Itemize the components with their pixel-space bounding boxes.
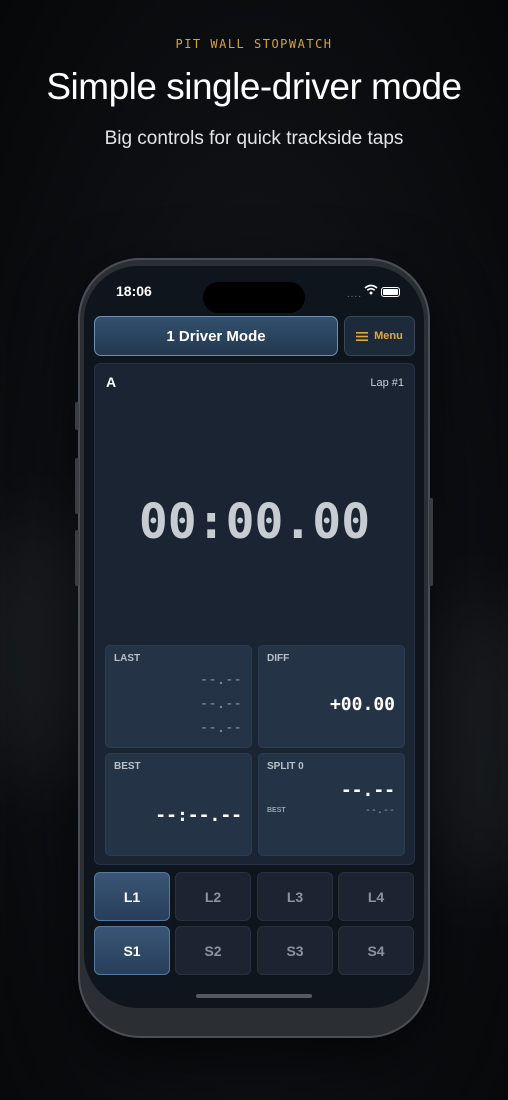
last-lap-value: --.--: [199, 720, 242, 736]
driver-mode-button[interactable]: 1 Driver Mode: [94, 316, 338, 356]
lap-button-l1[interactable]: L1: [94, 872, 170, 921]
split-best-value: --.--: [364, 805, 395, 816]
status-bar: 18:06 ....: [84, 266, 424, 316]
split-best-label: BEST: [267, 807, 286, 814]
lap-button-l4[interactable]: L4: [338, 872, 414, 921]
diff-label: DIFF: [267, 653, 290, 664]
timer-panel[interactable]: A Lap #1 00:00.00 LAST --.-- --.-- --.--…: [94, 363, 415, 865]
phone-power-button: [429, 498, 433, 586]
diff-card: DIFF +00.00: [258, 645, 405, 748]
signal-icon: ....: [346, 289, 362, 300]
menu-button-label: Menu: [374, 330, 403, 342]
best-lap-value: --:--.--: [155, 805, 242, 826]
phone-action-button: [75, 402, 79, 430]
main-timer: 00:00.00: [138, 494, 371, 550]
driver-label: A: [106, 374, 117, 390]
split-button-s2[interactable]: S2: [175, 926, 251, 975]
split-value: --.--: [340, 780, 395, 801]
phone-volume-up-button: [75, 458, 79, 514]
split-card: SPLIT 0 --.-- BEST --.--: [258, 753, 405, 856]
phone-screen: 18:06 .... 1 Driver Mode Menu A Lap #1 0…: [84, 266, 424, 1008]
subheadline: Big controls for quick trackside taps: [104, 128, 404, 149]
diff-value: +00.00: [329, 694, 395, 715]
split-button-s3[interactable]: S3: [257, 926, 333, 975]
last-label: LAST: [114, 653, 141, 664]
headline: Simple single-driver mode: [46, 66, 462, 107]
last-lap-card: LAST --.-- --.-- --.--: [105, 645, 252, 748]
eyebrow-text: PIT WALL STOPWATCH: [175, 37, 333, 51]
home-indicator[interactable]: [196, 994, 312, 998]
lap-button-l2[interactable]: L2: [175, 872, 251, 921]
wifi-icon: [364, 284, 378, 295]
battery-icon: [381, 287, 400, 297]
dynamic-island: [203, 282, 305, 313]
last-lap-value: --.--: [199, 696, 242, 712]
best-label: BEST: [114, 761, 141, 772]
split-label: SPLIT 0: [267, 761, 304, 772]
split-button-s4[interactable]: S4: [338, 926, 414, 975]
status-time: 18:06: [116, 283, 152, 299]
lap-button-l3[interactable]: L3: [257, 872, 333, 921]
last-lap-value: --.--: [199, 672, 242, 688]
menu-button[interactable]: Menu: [344, 316, 415, 356]
lap-counter: Lap #1: [370, 377, 404, 389]
best-lap-card: BEST --:--.--: [105, 753, 252, 856]
phone-volume-down-button: [75, 530, 79, 586]
split-button-s1[interactable]: S1: [94, 926, 170, 975]
hamburger-icon: [356, 331, 369, 341]
